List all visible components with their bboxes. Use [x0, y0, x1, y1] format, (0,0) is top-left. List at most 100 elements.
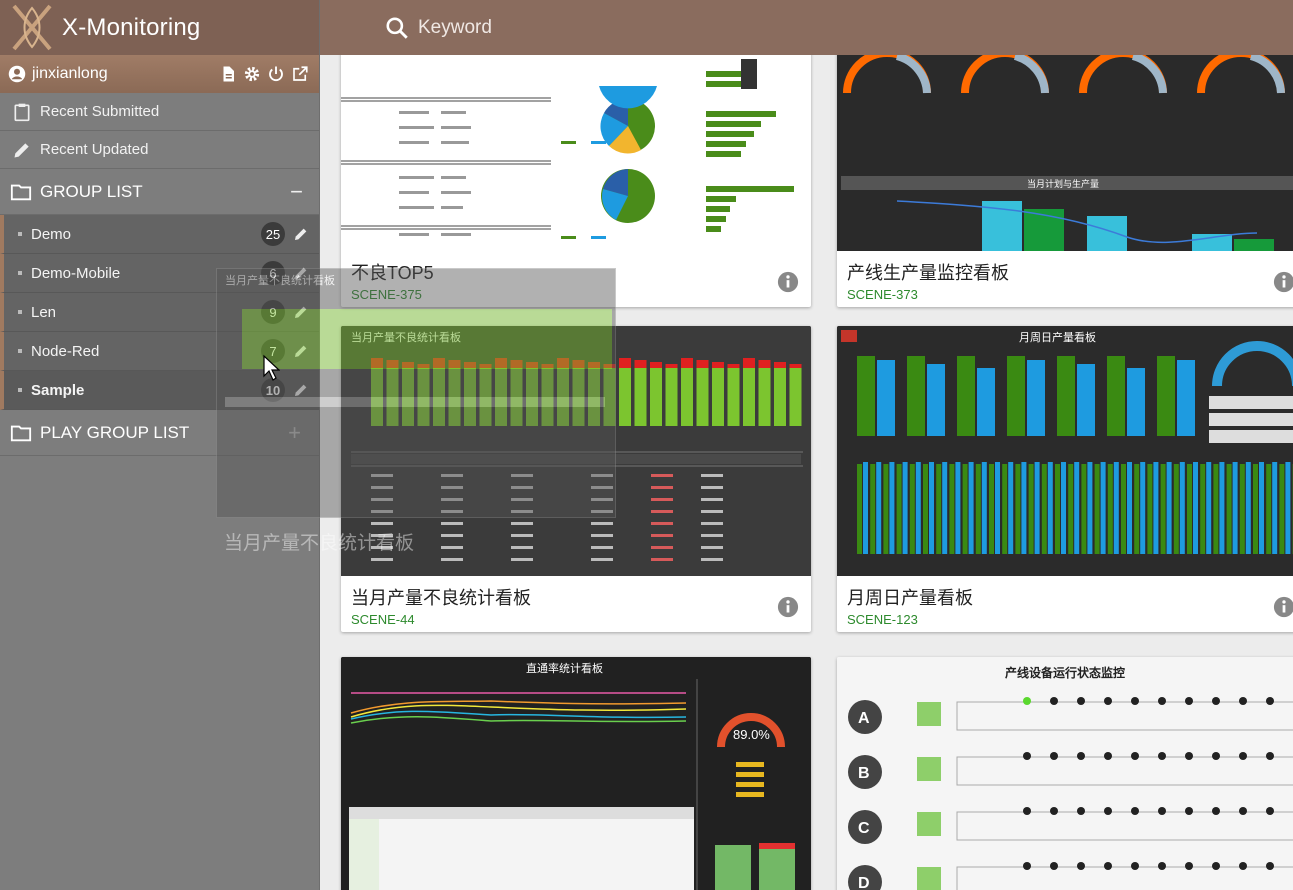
thumb-bar: [1021, 462, 1027, 554]
thumb-bar: [977, 368, 995, 436]
thumb-bar: [1074, 462, 1080, 554]
open-external-icon[interactable]: [291, 65, 309, 83]
info-icon[interactable]: [777, 271, 799, 293]
station-dot: [1185, 807, 1193, 815]
nav-recent-updated-label: Recent Updated: [40, 141, 149, 158]
thumb-table-cell: [651, 534, 673, 537]
thumb-bar-top: [433, 358, 445, 368]
thumb-bar-top: [448, 360, 461, 368]
thumb-bar-top: [541, 364, 554, 368]
thumb-bar: [909, 464, 915, 554]
station-dot: [1023, 807, 1031, 815]
app-title: X-Monitoring: [62, 13, 201, 41]
board-title: 不良TOP5: [351, 263, 434, 283]
edit-icon[interactable]: [293, 226, 309, 242]
board-card[interactable]: 产线设备运行状态监控 A B C D: [837, 657, 1293, 890]
thumb-bar: [386, 366, 399, 426]
thumb-bar: [942, 462, 948, 554]
station-dot: [1050, 697, 1058, 705]
thumb-table-cell: [701, 498, 723, 501]
gear-icon[interactable]: [243, 65, 261, 83]
thumb-bar: [1107, 464, 1113, 554]
thumbnail-image: 产线设备运行状态监控 A B C D: [837, 657, 1293, 890]
group-item-count: 9: [261, 300, 285, 324]
thumb-bar: [1206, 462, 1212, 554]
board-card[interactable]: 当月计划与生产量 产线生产量监控看板 SCENE-373: [837, 55, 1293, 307]
edit-icon[interactable]: [293, 265, 309, 281]
thumb-bar: [949, 464, 955, 554]
thumb-bar: [1121, 464, 1126, 554]
info-icon[interactable]: [777, 596, 799, 618]
thumb-bar-top: [650, 362, 662, 368]
board-card[interactable]: 直通率统计看板 89.0%: [341, 657, 811, 890]
thumbnail-image: 月周日产量看板: [837, 326, 1293, 576]
thumb-bar: [1077, 364, 1095, 436]
thumb-bar: [650, 366, 662, 426]
thumb-bar: [495, 366, 507, 426]
brand-header: X-Monitoring: [0, 0, 319, 55]
thumb-table-cell: [511, 486, 533, 489]
thumb-bar: [1266, 464, 1272, 554]
thumb-bar-top: [696, 360, 709, 368]
station-dot: [1023, 697, 1031, 705]
edit-icon[interactable]: [293, 343, 309, 359]
thumb-bar: [665, 366, 678, 426]
thumb-table-cell: [701, 546, 723, 549]
board-card[interactable]: 不良TOP5 SCENE-375: [341, 55, 811, 307]
thumb-bar: [1055, 464, 1060, 554]
thumb-table-cell: [591, 558, 613, 561]
info-icon[interactable]: [1273, 596, 1293, 618]
thumb-bar-top: [402, 362, 414, 368]
add-play-group-button[interactable]: +: [288, 420, 301, 446]
board-card[interactable]: 月周日产量看板 月周日产量看板 SCENE-123: [837, 326, 1293, 632]
thumb-table-cell: [371, 486, 393, 489]
board-thumbnail[interactable]: [341, 55, 811, 251]
thumb-bar: [1239, 464, 1245, 554]
group-item-demo-mobile[interactable]: Demo-Mobile 6: [0, 254, 319, 293]
group-item-label: Node-Red: [31, 342, 100, 360]
station-dot: [1212, 862, 1220, 870]
user-tools: [219, 65, 309, 83]
board-grid: 不良TOP5 SCENE-375 当月计划与生产量 产线生产量监控看板 SCEN…: [320, 55, 1293, 890]
station-dot: [1185, 752, 1193, 760]
group-item-demo[interactable]: Demo 25: [0, 215, 319, 254]
board-thumbnail[interactable]: 当月产量不良统计看板: [341, 326, 811, 576]
thumb-bar: [1002, 464, 1008, 554]
thumb-bar: [1015, 464, 1021, 554]
collapse-button[interactable]: −: [290, 179, 303, 205]
search-icon: [386, 16, 408, 39]
nav-recent-submitted[interactable]: Recent Submitted: [0, 93, 319, 131]
edit-icon[interactable]: [293, 382, 309, 398]
power-icon[interactable]: [267, 65, 285, 83]
board-thumbnail[interactable]: 当月计划与生产量: [837, 55, 1293, 251]
board-card[interactable]: 当月产量不良统计看板 当月产量不良统计看板 SCENE-44: [341, 326, 811, 632]
user-name: jinxianlong: [32, 65, 108, 82]
thumb-bar: [1047, 462, 1053, 554]
thumb-table-cell: [651, 474, 673, 477]
board-thumbnail[interactable]: 直通率统计看板 89.0%: [341, 657, 811, 890]
thumb-bar: [876, 462, 882, 554]
board-thumbnail[interactable]: 月周日产量看板: [837, 326, 1293, 576]
thumb-table-cell: [441, 522, 463, 525]
nav-recent-updated[interactable]: Recent Updated: [0, 131, 319, 169]
info-icon[interactable]: [1273, 271, 1293, 293]
thumb-bar: [1153, 462, 1159, 554]
group-list-header[interactable]: GROUP LIST −: [0, 169, 319, 215]
thumb-table-cell: [511, 474, 533, 477]
play-group-list-header[interactable]: PLAY GROUP LIST +: [0, 410, 319, 456]
thumb-bar-top: [417, 364, 430, 368]
gauge-value: 89.0%: [733, 727, 770, 742]
thumb-table-cell: [651, 498, 673, 501]
board-card-footer: 当月产量不良统计看板 SCENE-44: [341, 576, 811, 632]
thumb-bar: [1200, 464, 1206, 554]
thumb-bar: [572, 366, 585, 426]
station-dot: [1266, 752, 1274, 760]
thumb-bar: [1232, 462, 1238, 554]
search-input[interactable]: [418, 16, 818, 39]
thumb-bar: [1272, 462, 1278, 554]
document-icon[interactable]: [219, 65, 237, 83]
board-thumbnail[interactable]: 产线设备运行状态监控 A B C D: [837, 657, 1293, 890]
thumb-bar: [1157, 356, 1175, 436]
edit-icon[interactable]: [293, 304, 309, 320]
group-item-len[interactable]: Len 9: [0, 293, 319, 332]
